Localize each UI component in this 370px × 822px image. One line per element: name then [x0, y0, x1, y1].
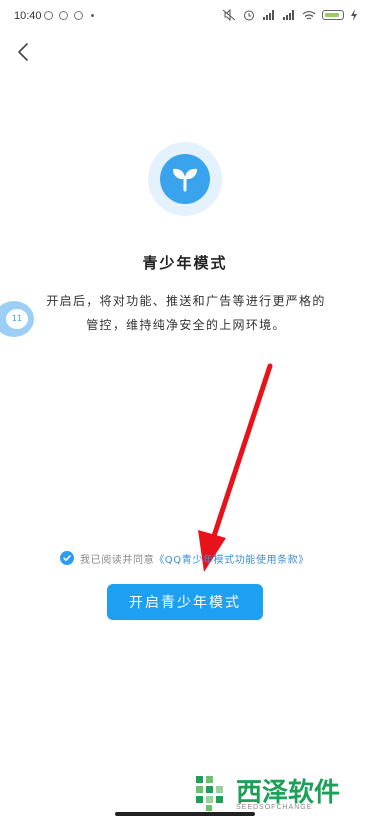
more-notifications-icon: [91, 14, 94, 17]
teen-mode-logo: [148, 142, 222, 216]
watermark-logo: 西泽软件 SEEDSOFCHANGE: [192, 772, 362, 816]
page-title: 青少年模式: [142, 254, 228, 272]
check-icon: [63, 555, 71, 561]
alarm-icon: [244, 10, 254, 21]
status-time: 10:40: [14, 10, 42, 22]
mute-icon: [222, 9, 236, 21]
signal-icon: [283, 10, 294, 20]
wifi-icon: [302, 11, 316, 20]
enable-teen-mode-button[interactable]: 开启青少年模式: [107, 584, 263, 620]
watermark-subtitle: SEEDSOFCHANGE: [236, 804, 313, 811]
notification-icons: [44, 11, 94, 20]
description-text: 开启后，将对功能、推送和广告等进行更严格的管控，维持纯净安全的上网环境。: [46, 294, 326, 332]
agreement-checkbox[interactable]: [60, 551, 74, 565]
charging-icon: [351, 9, 357, 21]
bubble-badge: 11: [6, 309, 28, 329]
app-notification-icon: [74, 11, 83, 20]
battery-icon: [322, 10, 344, 20]
sprout-badge: [160, 154, 210, 204]
status-bar: 10:40: [0, 0, 370, 34]
sprout-icon: [173, 168, 197, 192]
agreement-row: 我已阅读并同意 《QQ青少年模式功能使用条款》: [60, 549, 360, 567]
agreement-prefix: 我已阅读并同意: [80, 554, 155, 566]
home-indicator[interactable]: [115, 812, 255, 816]
app-notification-icon: [44, 11, 53, 20]
signal-icon: [263, 10, 274, 20]
terms-link[interactable]: 《QQ青少年模式功能使用条款》: [154, 551, 309, 566]
floating-assistant-bubble[interactable]: 11: [0, 301, 34, 337]
back-button[interactable]: [12, 40, 36, 64]
app-notification-icon: [59, 11, 68, 20]
watermark-icon: [196, 776, 223, 811]
system-icons: [222, 9, 358, 21]
